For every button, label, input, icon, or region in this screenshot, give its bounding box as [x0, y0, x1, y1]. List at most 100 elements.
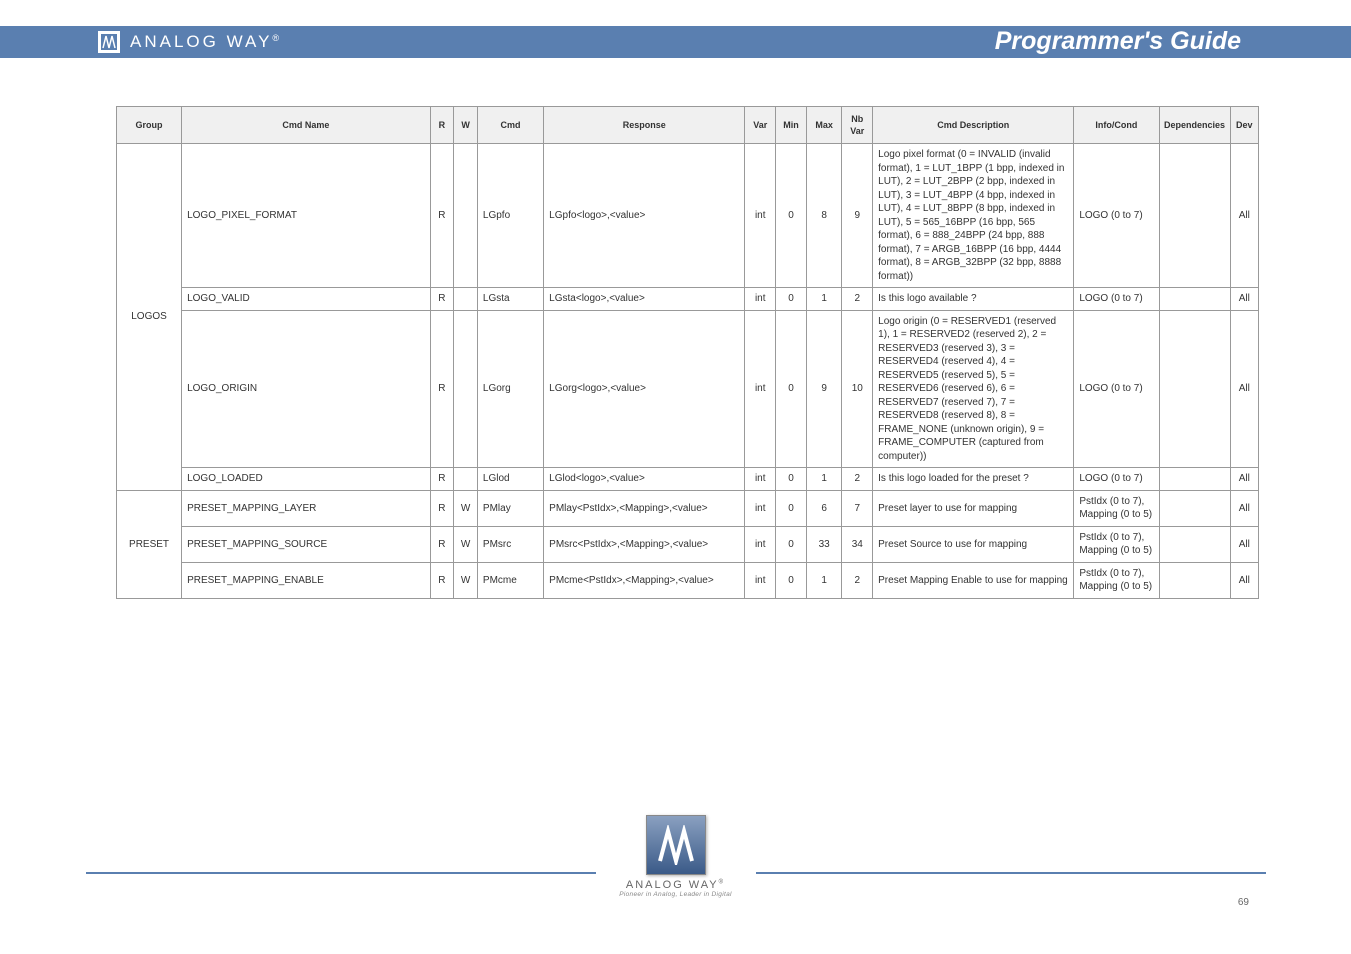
cell-cmd: LGorg — [477, 310, 543, 468]
cell-dep — [1159, 144, 1230, 288]
cell-desc: Preset Mapping Enable to use for mapping — [873, 562, 1074, 598]
cell-cmd: LGsta — [477, 288, 543, 311]
cell-r: R — [430, 562, 454, 598]
cell-r: R — [430, 288, 454, 311]
cell-nbv: 10 — [842, 310, 873, 468]
brand-logo-icon — [98, 31, 120, 53]
table-row: PRESET_MAPPING_SOURCERWPMsrcPMsrc<PstIdx… — [117, 526, 1259, 562]
cell-var: int — [745, 468, 776, 491]
cell-r: R — [430, 144, 454, 288]
cell-var: int — [745, 526, 776, 562]
col-header: Cmd Description — [873, 107, 1074, 144]
col-header: Nb Var — [842, 107, 873, 144]
cell-max: 33 — [806, 526, 842, 562]
cell-name: LOGO_VALID — [182, 288, 431, 311]
command-table-wrap: GroupCmd NameRWCmdResponseVarMinMaxNb Va… — [116, 106, 1259, 599]
table-body: LOGOSLOGO_PIXEL_FORMATRLGpfoLGpfo<logo>,… — [117, 144, 1259, 599]
cell-rsp: LGpfo<logo>,<value> — [544, 144, 745, 288]
cell-name: LOGO_ORIGIN — [182, 310, 431, 468]
table-row: LOGOSLOGO_PIXEL_FORMATRLGpfoLGpfo<logo>,… — [117, 144, 1259, 288]
col-header: W — [454, 107, 478, 144]
command-table: GroupCmd NameRWCmdResponseVarMinMaxNb Va… — [116, 106, 1259, 599]
cell-name: PRESET_MAPPING_LAYER — [182, 490, 431, 526]
cell-r: R — [430, 490, 454, 526]
table-row: LOGO_ORIGINRLGorgLGorg<logo>,<value>int0… — [117, 310, 1259, 468]
cell-cmd: PMcme — [477, 562, 543, 598]
footer-rule-right — [756, 872, 1266, 874]
cell-rsp: PMsrc<PstIdx>,<Mapping>,<value> — [544, 526, 745, 562]
cell-rsp: LGlod<logo>,<value> — [544, 468, 745, 491]
cell-name: PRESET_MAPPING_SOURCE — [182, 526, 431, 562]
col-header: Min — [776, 107, 807, 144]
cell-cmd: PMlay — [477, 490, 543, 526]
cell-w — [454, 468, 478, 491]
cell-desc: Is this logo loaded for the preset ? — [873, 468, 1074, 491]
cell-r: R — [430, 310, 454, 468]
cell-min: 0 — [776, 468, 807, 491]
footer-rule-left — [86, 872, 596, 874]
cell-w — [454, 288, 478, 311]
cell-max: 1 — [806, 468, 842, 491]
cell-var: int — [745, 562, 776, 598]
cell-dep — [1159, 490, 1230, 526]
group-cell: LOGOS — [117, 144, 182, 491]
col-header: Dev — [1230, 107, 1258, 144]
cell-cmd: LGpfo — [477, 144, 543, 288]
cell-w: W — [454, 526, 478, 562]
cell-min: 0 — [776, 490, 807, 526]
cell-nbv: 7 — [842, 490, 873, 526]
col-header: Group — [117, 107, 182, 144]
cell-min: 0 — [776, 310, 807, 468]
footer-brand-text: ANALOG WAY® — [626, 879, 725, 891]
cell-info: PstIdx (0 to 7), Mapping (0 to 5) — [1074, 526, 1159, 562]
table-row: LOGO_LOADEDRLGlodLGlod<logo>,<value>int0… — [117, 468, 1259, 491]
footer: ANALOG WAY® Pioneer in Analog, Leader in… — [0, 831, 1351, 914]
cell-cmd: PMsrc — [477, 526, 543, 562]
cell-dep — [1159, 288, 1230, 311]
cell-desc: Logo origin (0 = RESERVED1 (reserved 1),… — [873, 310, 1074, 468]
table-row: LOGO_VALIDRLGstaLGsta<logo>,<value>int01… — [117, 288, 1259, 311]
brand-text: ANALOG WAY® — [130, 32, 279, 52]
footer-logo-icon — [646, 815, 706, 875]
cell-dep — [1159, 526, 1230, 562]
cell-dev: All — [1230, 526, 1258, 562]
page-number: 69 — [1238, 897, 1249, 908]
page-title: Programmer's Guide — [995, 27, 1241, 56]
cell-min: 0 — [776, 288, 807, 311]
cell-rsp: PMcme<PstIdx>,<Mapping>,<value> — [544, 562, 745, 598]
cell-w — [454, 144, 478, 288]
col-header: Cmd — [477, 107, 543, 144]
cell-r: R — [430, 526, 454, 562]
cell-dep — [1159, 310, 1230, 468]
cell-dev: All — [1230, 468, 1258, 491]
cell-var: int — [745, 310, 776, 468]
cell-name: LOGO_PIXEL_FORMAT — [182, 144, 431, 288]
cell-min: 0 — [776, 526, 807, 562]
cell-desc: Preset Source to use for mapping — [873, 526, 1074, 562]
table-row: PRESET_MAPPING_ENABLERWPMcmePMcme<PstIdx… — [117, 562, 1259, 598]
cell-w — [454, 310, 478, 468]
cell-rsp: PMlay<PstIdx>,<Mapping>,<value> — [544, 490, 745, 526]
cell-max: 6 — [806, 490, 842, 526]
footer-tagline: Pioneer in Analog, Leader in Digital — [619, 891, 731, 898]
cell-w: W — [454, 490, 478, 526]
cell-var: int — [745, 490, 776, 526]
group-cell: PRESET — [117, 490, 182, 598]
cell-min: 0 — [776, 144, 807, 288]
cell-nbv: 2 — [842, 562, 873, 598]
col-header: Max — [806, 107, 842, 144]
cell-info: PstIdx (0 to 7), Mapping (0 to 5) — [1074, 490, 1159, 526]
col-header: Dependencies — [1159, 107, 1230, 144]
cell-name: PRESET_MAPPING_ENABLE — [182, 562, 431, 598]
cell-max: 8 — [806, 144, 842, 288]
cell-rsp: LGsta<logo>,<value> — [544, 288, 745, 311]
cell-name: LOGO_LOADED — [182, 468, 431, 491]
cell-dep — [1159, 468, 1230, 491]
cell-dep — [1159, 562, 1230, 598]
cell-dev: All — [1230, 490, 1258, 526]
cell-info: LOGO (0 to 7) — [1074, 468, 1159, 491]
brand-block: ANALOG WAY® — [98, 31, 279, 53]
cell-r: R — [430, 468, 454, 491]
cell-nbv: 2 — [842, 288, 873, 311]
cell-desc: Logo pixel format (0 = INVALID (invalid … — [873, 144, 1074, 288]
